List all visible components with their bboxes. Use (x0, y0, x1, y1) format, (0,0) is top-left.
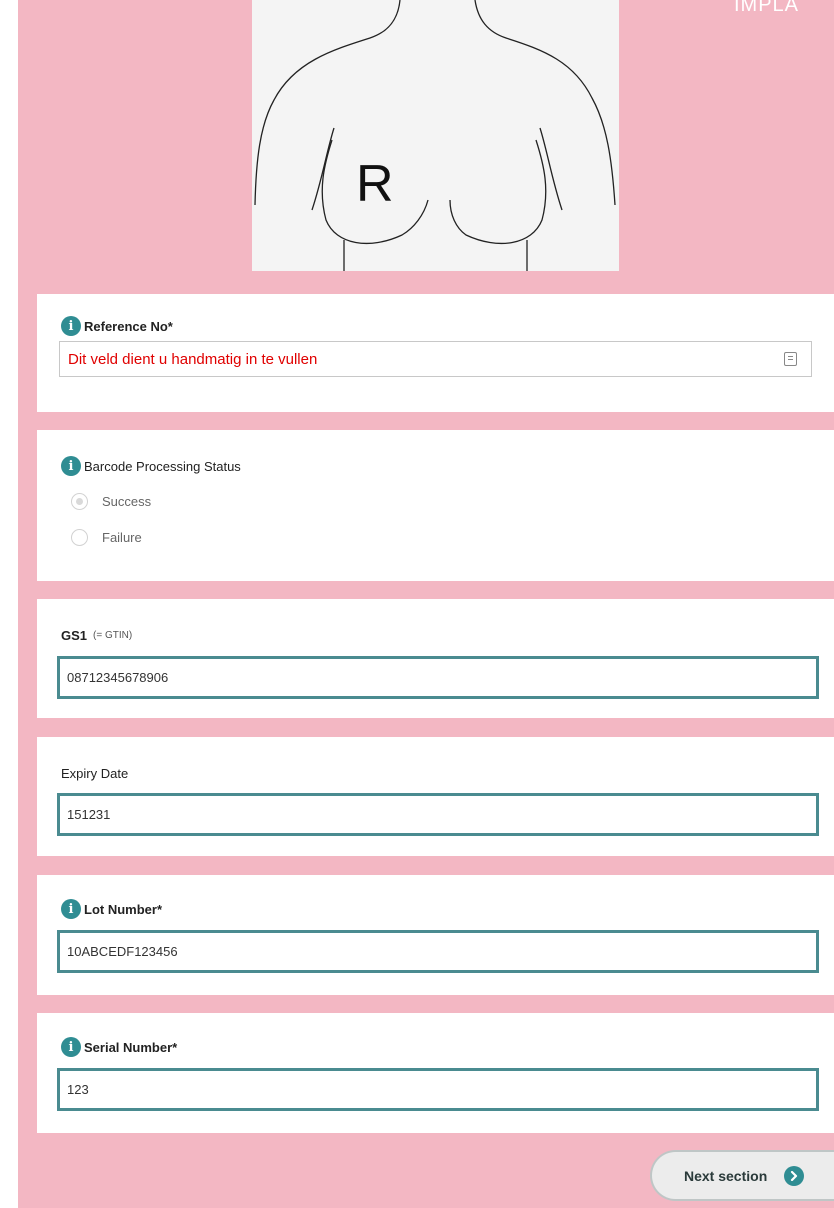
barcode-status-label-text: Barcode Processing Status (84, 458, 241, 474)
breast-diagram: R (252, 0, 619, 271)
serial-label: i Serial Number* (61, 1037, 177, 1057)
gs1-label-text: GS1 (61, 628, 88, 643)
reference-input[interactable]: Dit veld dient u handmatig in te vullen (59, 341, 812, 377)
gs1-sublabel: (= GTIN) (93, 630, 133, 641)
contact-card-icon[interactable] (784, 352, 797, 366)
next-section-button[interactable]: Next section (650, 1150, 834, 1201)
brand-corner-text: IMPLA (734, 0, 800, 16)
reference-label-text: Reference No* (84, 318, 173, 334)
diagram-side-letter: R (356, 155, 394, 213)
lot-label-text: Lot Number* (84, 901, 162, 917)
lot-label: i Lot Number* (61, 899, 162, 919)
reference-label: i Reference No* (61, 316, 173, 336)
chevron-right-icon (784, 1165, 805, 1186)
expiry-section: Expiry Date 151231 (37, 737, 834, 856)
reference-section: i Reference No* Dit veld dient u handmat… (37, 294, 834, 412)
serial-label-text: Serial Number* (84, 1039, 178, 1055)
info-icon[interactable]: i (61, 316, 81, 336)
lot-number-input[interactable]: 10ABCEDF123456 (57, 930, 819, 973)
radio-option-failure[interactable]: Failure (71, 529, 142, 546)
lot-section: i Lot Number* 10ABCEDF123456 (37, 875, 834, 995)
barcode-status-section: i Barcode Processing Status Success Fail… (37, 430, 834, 581)
radio-failure-label: Failure (102, 530, 142, 545)
info-icon[interactable]: i (61, 899, 81, 919)
reference-input-value: Dit veld dient u handmatig in te vullen (68, 350, 318, 368)
info-icon[interactable]: i (61, 1037, 81, 1057)
gs1-input[interactable]: 08712345678906 (57, 656, 819, 699)
serial-section: i Serial Number* 123 (37, 1013, 834, 1133)
serial-number-input[interactable]: 123 (57, 1068, 819, 1111)
radio-success[interactable] (71, 493, 88, 510)
expiry-date-input[interactable]: 151231 (57, 793, 819, 836)
next-section-label: Next section (684, 1167, 768, 1184)
expiry-label: Expiry Date (61, 766, 129, 781)
torso-outline-image (254, 0, 616, 271)
radio-option-success[interactable]: Success (71, 493, 151, 510)
info-icon[interactable]: i (61, 456, 81, 476)
barcode-status-label: i Barcode Processing Status (61, 456, 241, 476)
radio-success-label: Success (102, 494, 152, 509)
radio-failure[interactable] (71, 529, 88, 546)
gs1-section: GS1 (= GTIN) 08712345678906 (37, 599, 834, 718)
gs1-label: GS1 (= GTIN) (61, 628, 132, 643)
